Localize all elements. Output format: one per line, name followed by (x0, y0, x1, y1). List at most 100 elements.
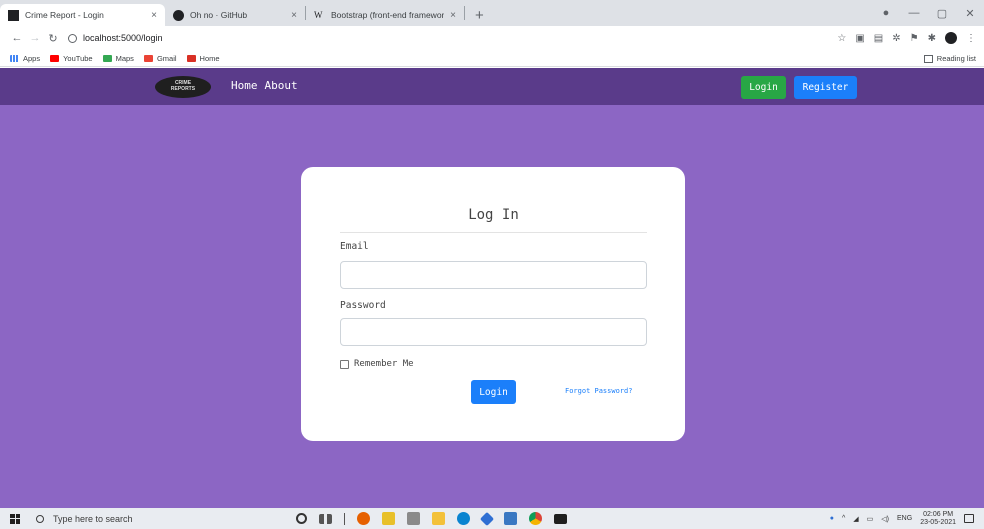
language-indicator[interactable]: ENG (897, 515, 912, 522)
tab-title: Crime Report - Login (25, 10, 104, 20)
clock-time: 02:06 PM (923, 510, 954, 518)
browser-toolbar: ← → ↻ localhost:5000/login ☆ ▣ ▤ ✲ ⚑ ✱ ⋮ (0, 26, 984, 50)
apps-grid-icon (10, 54, 19, 62)
forgot-password-link[interactable]: Forgot Password? (565, 387, 632, 395)
reading-list-label: Reading list (936, 54, 976, 63)
bookmark-star-icon[interactable]: ☆ (837, 33, 846, 44)
bookmark-label: Home (199, 53, 220, 63)
remember-me[interactable]: Remember Me (340, 359, 414, 369)
menu-dots-icon[interactable]: ⋮ (966, 33, 976, 44)
tab-title: Oh no · GitHub (190, 10, 248, 20)
chrome-menu-circle-icon[interactable]: ● (872, 7, 900, 19)
taskbar-search[interactable]: Type here to search (30, 508, 260, 529)
reload-icon[interactable]: ↻ (44, 32, 62, 45)
extensions-area: ☆ ▣ ▤ ✲ ⚑ ✱ ⋮ (837, 26, 976, 50)
chevron-up-icon[interactable]: ^ (842, 515, 845, 522)
extension-icon[interactable]: ⚑ (910, 33, 919, 44)
taskbar-apps (296, 511, 567, 526)
tray-app-icon[interactable]: ● (830, 515, 834, 522)
nav-link-about[interactable]: About (265, 79, 298, 92)
new-tab-button[interactable]: + (465, 4, 494, 26)
nav-link-home[interactable]: Home (231, 79, 258, 92)
chrome-icon[interactable] (529, 512, 542, 525)
maps-icon (102, 54, 112, 62)
extension-icon[interactable]: ✲ (892, 33, 900, 44)
tab-close-icon[interactable]: × (291, 10, 297, 21)
bookmark-label: Apps (23, 53, 41, 63)
task-view-icon[interactable] (319, 513, 332, 524)
bookmark-label: Maps (115, 53, 134, 63)
tab-bootstrap[interactable]: W Bootstrap (front-end framework) × (306, 4, 464, 26)
cortana-icon[interactable] (296, 513, 307, 524)
notifications-icon[interactable] (964, 514, 974, 523)
edge-icon[interactable] (457, 512, 470, 525)
battery-icon[interactable]: ▭ (867, 515, 874, 523)
wikipedia-icon: W (314, 9, 323, 20)
back-icon[interactable]: ← (8, 32, 26, 44)
bookmark-label: Gmail (156, 53, 177, 63)
system-tray: ● ^ ◢ ▭ ◁) ENG 02:06 PM 23-05-2021 (830, 508, 974, 529)
github-icon (173, 9, 184, 21)
terminal-icon[interactable] (554, 513, 567, 524)
bookmarks-bar: Apps YouTube Maps Gmail Home Reading lis… (0, 50, 984, 67)
remember-me-checkbox[interactable] (340, 359, 349, 369)
extension-icon[interactable]: ▣ (855, 33, 864, 44)
login-title: Log In (340, 207, 647, 233)
password-input[interactable] (340, 318, 647, 346)
nav-register-button[interactable]: Register (794, 76, 857, 99)
remember-me-label: Remember Me (354, 359, 414, 369)
reading-list-icon (923, 54, 933, 63)
bookmark-maps[interactable]: Maps (102, 53, 134, 63)
forward-icon[interactable]: → (26, 32, 44, 44)
network-icon[interactable]: ◢ (853, 515, 858, 523)
gmail-icon (143, 54, 153, 62)
browser-tab-strip: Crime Report - Login × Oh no · GitHub × … (0, 0, 984, 26)
tab-github[interactable]: Oh no · GitHub × (165, 4, 305, 26)
taskbar-clock[interactable]: 02:06 PM 23-05-2021 (920, 511, 956, 527)
login-card: Log In Email Password Remember Me Login … (301, 167, 685, 441)
bookmark-gmail[interactable]: Gmail (143, 53, 177, 63)
address-bar[interactable]: localhost:5000/login (68, 33, 163, 43)
bookmark-youtube[interactable]: YouTube (50, 53, 93, 63)
camera-icon[interactable] (407, 512, 420, 525)
tab-crime-report-login[interactable]: Crime Report - Login × (0, 4, 165, 26)
bookmark-label: YouTube (63, 53, 93, 63)
tab-close-icon[interactable]: × (151, 10, 157, 21)
email-input[interactable] (340, 261, 647, 289)
search-icon (36, 514, 44, 523)
app-icon-yellow[interactable] (382, 512, 395, 525)
tab-title: Bootstrap (front-end framework) (331, 10, 445, 20)
bookmark-apps[interactable]: Apps (10, 54, 40, 63)
extension-icon[interactable]: ▤ (874, 33, 883, 44)
login-submit-button[interactable]: Login (471, 380, 516, 404)
file-explorer-icon[interactable] (432, 512, 445, 525)
home-bookmark-icon (186, 54, 196, 62)
start-button[interactable] (0, 508, 30, 529)
maximize-icon[interactable]: ▢ (928, 7, 956, 20)
crime-reports-logo[interactable]: CRIME REPORTS (155, 76, 211, 98)
tab-close-icon[interactable]: × (450, 10, 456, 21)
bookmark-home[interactable]: Home (186, 53, 220, 63)
reading-list-button[interactable]: Reading list (923, 50, 976, 67)
url-text: localhost:5000/login (83, 33, 163, 43)
app-icon-blue[interactable] (479, 511, 495, 526)
youtube-icon (50, 54, 60, 62)
window-controls: ● — ▢ ✕ (872, 0, 984, 26)
taskbar-divider (344, 512, 345, 525)
store-icon[interactable] (504, 512, 517, 525)
nav-links: Home About (231, 79, 298, 92)
nav-login-button[interactable]: Login (741, 76, 786, 99)
volume-icon[interactable]: ◁) (881, 515, 889, 523)
puzzle-icon[interactable]: ✱ (928, 33, 936, 44)
profile-avatar[interactable] (945, 32, 957, 44)
search-placeholder: Type here to search (53, 513, 133, 524)
minimize-icon[interactable]: — (900, 7, 928, 19)
password-label: Password (340, 300, 386, 311)
windows-logo-icon (10, 513, 20, 524)
clock-date: 23-05-2021 (920, 518, 956, 526)
page-viewport: CRIME REPORTS Home About Login Register L… (0, 68, 984, 508)
firefox-icon[interactable] (357, 512, 370, 525)
site-info-icon[interactable] (68, 33, 77, 43)
windows-taskbar: Type here to search ● ^ ◢ ▭ ◁) ENG 02:06… (0, 508, 984, 529)
close-window-icon[interactable]: ✕ (956, 7, 984, 20)
